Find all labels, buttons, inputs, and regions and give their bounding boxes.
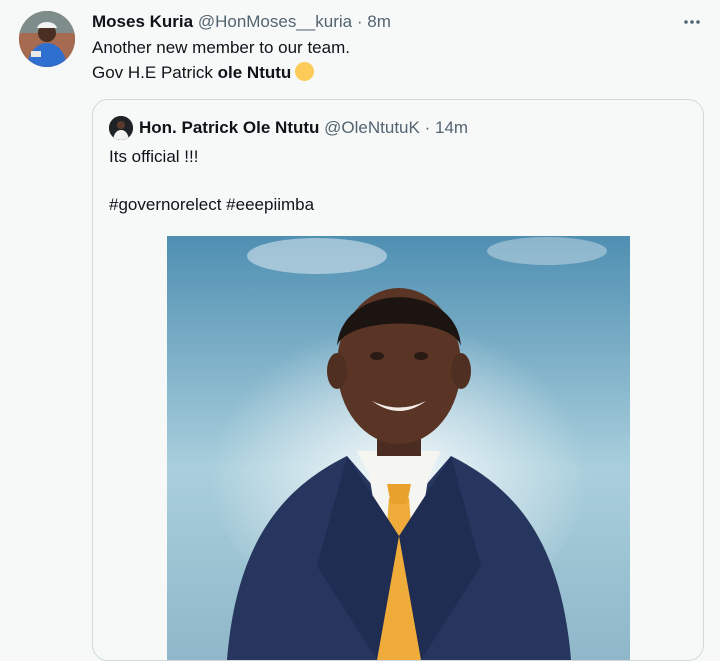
tweet-line-2-bold: ole Ntutu [217, 63, 292, 82]
quoted-author-avatar[interactable] [109, 116, 133, 140]
quoted-author-name[interactable]: Hon. Patrick Ole Ntutu [139, 118, 319, 138]
author-name[interactable]: Moses Kuria [92, 12, 193, 31]
quoted-author-handle[interactable]: @OleNtutuK [324, 118, 420, 138]
more-horizontal-icon[interactable] [680, 10, 704, 34]
quoted-tweet[interactable]: Hon. Patrick Ole Ntutu @OleNtutuK · 14m … [92, 99, 704, 661]
quoted-text-line-1: Its official !!! [109, 147, 199, 166]
author-avatar[interactable] [19, 11, 75, 67]
tweet-line-1: Another new member to our team. [92, 38, 350, 57]
quoted-photo[interactable] [167, 236, 630, 660]
quoted-dot-separator: · [424, 118, 431, 137]
tweet-text: Another new member to our team. Gov H.E … [92, 35, 692, 85]
quoted-hashtags[interactable]: #governorelect #eeepiimba [109, 193, 689, 217]
tweet-time[interactable]: 8m [367, 12, 391, 31]
tweet-line-2-prefix: Gov H.E Patrick [92, 63, 218, 82]
tweet-line-2: Gov H.E Patrick ole Ntutu [92, 60, 692, 85]
quoted-header: Hon. Patrick Ole Ntutu @OleNtutuK · 14m [109, 116, 468, 140]
quoted-text: Its official !!! #governorelect #eeepiim… [109, 145, 689, 217]
author-handle[interactable]: @HonMoses__kuria [198, 12, 352, 31]
quoted-time[interactable]: 14m [435, 118, 468, 138]
dot-separator: · [356, 12, 363, 31]
tweet-header: Moses Kuria @HonMoses__kuria · 8m [92, 11, 391, 33]
yellow-circle-emoji [295, 62, 315, 81]
